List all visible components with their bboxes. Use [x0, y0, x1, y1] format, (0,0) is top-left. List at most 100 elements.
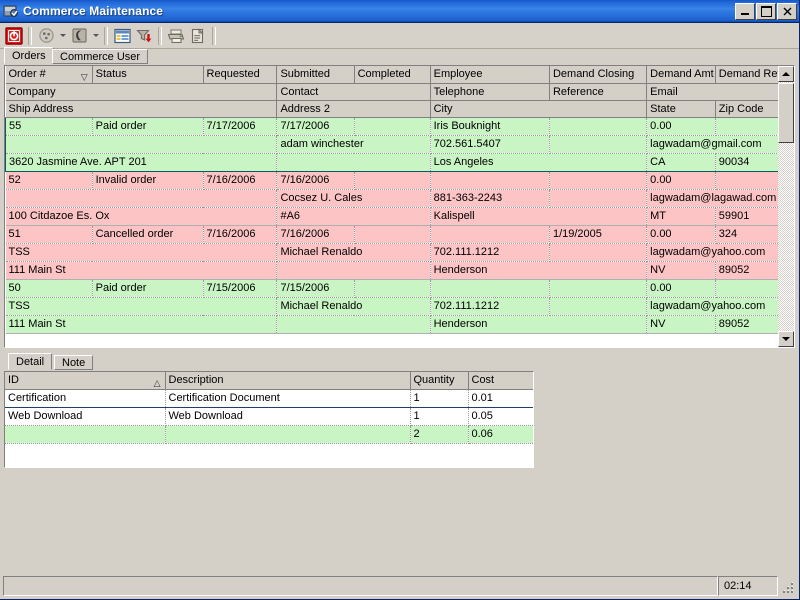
col-address2[interactable]: Address 2 [276, 100, 431, 118]
detail-tabstrip: Detail Note [4, 353, 795, 371]
title-bar[interactable]: Commerce Maintenance [0, 0, 799, 23]
cell-status: Cancelled order [92, 225, 204, 244]
col-cost[interactable]: Cost [468, 372, 533, 390]
col-submitted[interactable]: Submitted [276, 66, 355, 84]
col-id[interactable]: ID △ [5, 372, 166, 390]
col-email[interactable]: Email [646, 83, 794, 101]
cell-email: lagwadam@lagawad.com [646, 189, 794, 208]
detail-grid[interactable]: ID △ Description Quantity Cost Certifica… [4, 371, 534, 468]
table-row[interactable]: 55 Paid order 7/17/2006 7/17/2006 Iris B… [5, 116, 794, 136]
cell-state: CA [646, 153, 716, 172]
status-clock: 02:14 [718, 576, 778, 596]
cell-completed [354, 279, 431, 298]
col-order-no[interactable]: Order # ▽ [5, 66, 93, 84]
tab-orders-label: Orders [12, 50, 46, 62]
detail-header-row[interactable]: ID △ Description Quantity Cost [5, 372, 533, 390]
cell-demand-amt: 0.00 [646, 171, 716, 190]
maximize-button[interactable] [756, 2, 776, 20]
window-title: Commerce Maintenance [23, 4, 164, 18]
col-description[interactable]: Description [165, 372, 411, 390]
table-row[interactable]: adam winchester 702.561.5407 lagwadam@gm… [5, 135, 794, 154]
refresh-button[interactable] [35, 25, 57, 47]
cell-ship-address: 100 Citdazoe Es. Ox [5, 207, 278, 226]
tab-note-label: Note [62, 357, 86, 369]
table-row[interactable]: 3620 Jasmine Ave. APT 201 Los Angeles CA… [5, 153, 794, 172]
orders-header-row-3[interactable]: Ship Address Address 2 City State Zip Co… [5, 100, 794, 118]
cell-address2: #A6 [276, 207, 431, 226]
table-row[interactable]: TSS Michael Renaldo 702.111.1212 lagwada… [5, 297, 794, 316]
cell-city: Kalispell [430, 207, 648, 226]
col-reference[interactable]: Reference [549, 83, 648, 101]
filter-dropdown[interactable] [90, 25, 101, 47]
col-quantity[interactable]: Quantity [410, 372, 469, 390]
orders-grid[interactable]: Order # ▽ Status Requested Submitted Com… [4, 65, 795, 348]
cell-telephone: 702.111.1212 [430, 297, 550, 316]
grid-button[interactable] [111, 25, 133, 47]
cell-total-cost: 0.06 [468, 425, 533, 444]
col-company[interactable]: Company [5, 83, 278, 101]
tab-commerce-user[interactable]: Commerce User [52, 49, 149, 64]
copy-button[interactable] [187, 25, 209, 47]
cell-city: Henderson [430, 261, 648, 280]
cell-company [5, 135, 278, 154]
cell-submitted: 7/15/2006 [276, 279, 355, 298]
cell-order-no: 52 [5, 171, 93, 190]
tab-note[interactable]: Note [54, 355, 94, 370]
table-row[interactable]: 51 Cancelled order 7/16/2006 7/16/2006 1… [5, 225, 794, 244]
list-item[interactable]: Web Download Web Download 1 0.05 [5, 407, 533, 426]
col-requested[interactable]: Requested [203, 66, 278, 84]
list-item[interactable]: Certification Certification Document 1 0… [5, 388, 533, 408]
orders-header-row-1[interactable]: Order # ▽ Status Requested Submitted Com… [5, 66, 794, 84]
cell-requested: 7/16/2006 [203, 171, 278, 190]
col-status[interactable]: Status [92, 66, 204, 84]
cell-demand-amt: 0.00 [646, 279, 716, 298]
export-button[interactable] [133, 25, 155, 47]
cell-demand-amt: 0.00 [646, 116, 716, 136]
main-tabstrip: Orders Commerce User [4, 47, 795, 65]
table-row[interactable]: Cocsez U. Cales 881-363-2243 lagwadam@la… [5, 189, 794, 208]
col-contact[interactable]: Contact [276, 83, 431, 101]
col-state[interactable]: State [646, 100, 716, 118]
cell-completed [354, 171, 431, 190]
refresh-dropdown[interactable] [57, 25, 68, 47]
col-demand-amt[interactable]: Demand Amt [646, 66, 716, 84]
detail-total-row[interactable]: 2 0.06 [5, 425, 533, 444]
col-employee[interactable]: Employee [430, 66, 550, 84]
tab-orders[interactable]: Orders [4, 47, 54, 64]
table-row[interactable]: 52 Invalid order 7/16/2006 7/16/2006 0.0… [5, 171, 794, 190]
cell-state: NV [646, 261, 716, 280]
col-telephone[interactable]: Telephone [430, 83, 550, 101]
cell-description: Web Download [165, 407, 411, 426]
minimize-button[interactable] [735, 2, 755, 20]
col-ship-address[interactable]: Ship Address [5, 100, 278, 118]
scroll-up-button[interactable] [778, 66, 794, 82]
cell-telephone: 702.561.5407 [430, 135, 550, 154]
cell-ship-address: 3620 Jasmine Ave. APT 201 [5, 153, 278, 172]
table-row[interactable]: 111 Main St Henderson NV 89052 [5, 315, 794, 334]
cell-order-no: 50 [5, 279, 93, 298]
scroll-down-button[interactable] [778, 331, 794, 347]
table-row[interactable]: TSS Michael Renaldo 702.111.1212 lagwada… [5, 243, 794, 262]
print-button[interactable] [165, 25, 187, 47]
table-row[interactable]: 50 Paid order 7/15/2006 7/15/2006 0.00 [5, 279, 794, 298]
resize-grip[interactable] [778, 576, 796, 596]
tab-detail-label: Detail [16, 356, 45, 368]
cell-contact: Michael Renaldo [276, 297, 431, 316]
chevron-down-icon [59, 34, 66, 37]
close-button[interactable] [777, 2, 797, 20]
cell-employee [430, 279, 550, 298]
cell-status: Invalid order [92, 171, 204, 190]
orders-vertical-scrollbar[interactable] [778, 66, 794, 347]
cell-quantity: 1 [410, 388, 469, 408]
tab-detail[interactable]: Detail [8, 353, 53, 370]
stop-button[interactable] [3, 25, 25, 47]
orders-header-row-2[interactable]: Company Contact Telephone Reference Emai… [5, 83, 794, 101]
scroll-thumb[interactable] [778, 83, 794, 143]
table-row[interactable]: 111 Main St Henderson NV 89052 [5, 261, 794, 280]
table-row[interactable]: 100 Citdazoe Es. Ox #A6 Kalispell MT 599… [5, 207, 794, 226]
cell-contact: Michael Renaldo [276, 243, 431, 262]
col-demand-closing[interactable]: Demand Closing [549, 66, 648, 84]
filter-button[interactable] [68, 25, 90, 47]
col-completed[interactable]: Completed [354, 66, 431, 84]
col-city[interactable]: City [430, 100, 648, 118]
